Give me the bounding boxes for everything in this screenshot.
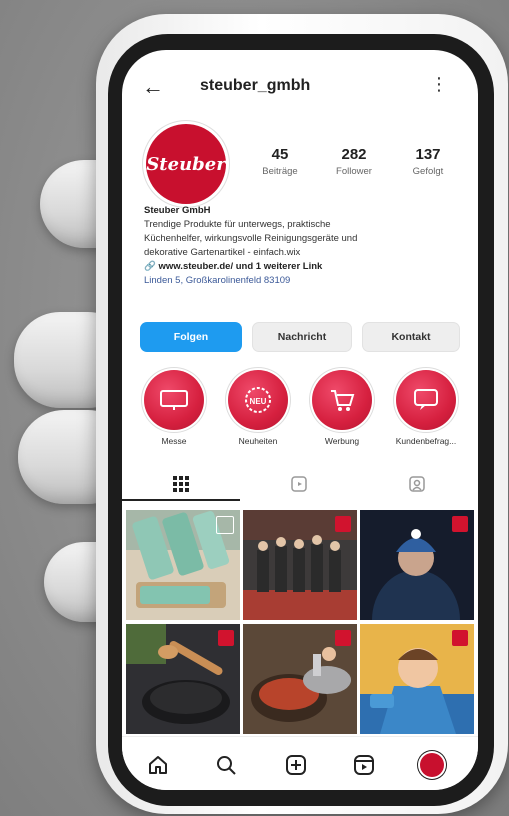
- post-thumbnail[interactable]: [360, 510, 474, 620]
- more-options-icon[interactable]: ⋮: [430, 74, 448, 95]
- nav-profile[interactable]: [418, 751, 446, 779]
- home-icon: [149, 756, 167, 774]
- brand-badge-icon: [335, 630, 351, 646]
- stat-following[interactable]: 137 Gefolgt: [392, 146, 464, 177]
- highlight-werbung[interactable]: Werbung: [304, 370, 380, 446]
- stat-posts[interactable]: 45 Beiträge: [244, 146, 316, 177]
- bio-name: Steuber GmbH: [144, 205, 211, 216]
- phone-screen: ← steuber_gmbh ⋮ Steuber 45 Beiträge 282…: [122, 50, 478, 790]
- contact-button[interactable]: Kontakt: [362, 322, 460, 352]
- tab-tagged[interactable]: [358, 468, 476, 500]
- profile-tabs: [122, 468, 478, 501]
- bio-link[interactable]: www.steuber.de/ und 1 weiterer Link: [158, 261, 322, 272]
- stat-value: 282: [341, 146, 367, 163]
- bio-location[interactable]: Linden 5, Großkarolinenfeld 83109: [144, 274, 464, 288]
- tagged-icon: [409, 476, 425, 492]
- brand-badge-icon: [452, 516, 468, 532]
- new-badge-icon: NEU: [228, 370, 288, 430]
- multi-post-icon: [216, 516, 234, 534]
- highlight-kundenbefragung[interactable]: Kundenbefrag...: [388, 370, 464, 446]
- search-icon: [217, 756, 236, 775]
- svg-text:NEU: NEU: [250, 397, 267, 406]
- highlight-label: Neuheiten: [238, 436, 278, 446]
- nav-home[interactable]: [144, 751, 172, 779]
- nav-search[interactable]: [212, 751, 240, 779]
- reels-icon: [354, 755, 374, 775]
- bio-line: dekorative Gartenartikel - einfach.wix: [144, 247, 301, 258]
- nav-create[interactable]: [282, 751, 310, 779]
- stat-value: 45: [271, 146, 289, 163]
- profile-bio: Steuber GmbH Trendige Produkte für unter…: [144, 204, 464, 288]
- profile-avatar-small: [420, 753, 444, 777]
- profile-avatar[interactable]: Steuber: [146, 124, 226, 204]
- message-button[interactable]: Nachricht: [252, 322, 352, 352]
- grid-icon: [173, 476, 189, 492]
- highlight-messe[interactable]: Messe: [136, 370, 212, 446]
- profile-stats: 45 Beiträge 282 Follower 137 Gefolgt: [244, 146, 464, 177]
- brand-badge-icon: [452, 630, 468, 646]
- post-thumbnail[interactable]: [126, 624, 240, 734]
- nav-reels[interactable]: [350, 751, 378, 779]
- post-thumbnail[interactable]: [360, 624, 474, 734]
- stat-label: Beiträge: [262, 166, 298, 177]
- profile-topbar: ← steuber_gmbh ⋮: [122, 68, 478, 108]
- link-icon: 🔗: [144, 261, 156, 272]
- stat-label: Gefolgt: [412, 166, 444, 177]
- shopping-cart-icon: [312, 370, 372, 430]
- bottom-navigation: [122, 736, 478, 790]
- bio-line: Küchenhelfer, wirkungsvolle Reinigungsge…: [144, 233, 358, 244]
- post-thumbnail[interactable]: [243, 624, 357, 734]
- avatar-logo-text: Steuber: [146, 153, 226, 175]
- display-icon: [144, 370, 204, 430]
- active-tab-indicator: [122, 499, 240, 501]
- highlight-label: Messe: [161, 436, 187, 446]
- post-thumbnail[interactable]: [126, 510, 240, 620]
- tab-grid[interactable]: [122, 468, 240, 501]
- highlight-label: Kundenbefrag...: [395, 436, 457, 446]
- reels-icon: [291, 476, 307, 492]
- brand-badge-icon: [335, 516, 351, 532]
- tab-reels[interactable]: [240, 468, 358, 500]
- brand-badge-icon: [218, 630, 234, 646]
- profile-actions: Folgen Nachricht Kontakt: [140, 322, 460, 352]
- chat-bubble-icon: [396, 370, 456, 430]
- stat-value: 137: [415, 146, 441, 163]
- stat-label: Follower: [336, 166, 372, 177]
- posts-grid: [126, 510, 474, 736]
- follow-button[interactable]: Folgen: [140, 322, 242, 352]
- stat-followers[interactable]: 282 Follower: [318, 146, 390, 177]
- highlight-label: Werbung: [324, 436, 360, 446]
- profile-username: steuber_gmbh: [200, 77, 311, 94]
- post-thumbnail[interactable]: [243, 510, 357, 620]
- highlight-neuheiten[interactable]: NEU Neuheiten: [220, 370, 296, 446]
- back-arrow-icon[interactable]: ←: [142, 74, 164, 100]
- add-icon: [286, 755, 306, 775]
- bio-link-row[interactable]: 🔗 www.steuber.de/ und 1 weiterer Link: [144, 260, 464, 274]
- bio-line: Trendige Produkte für unterwegs, praktis…: [144, 219, 331, 230]
- story-highlights: Messe NEU Neuheiten Werbung Kundenbefrag…: [136, 370, 476, 452]
